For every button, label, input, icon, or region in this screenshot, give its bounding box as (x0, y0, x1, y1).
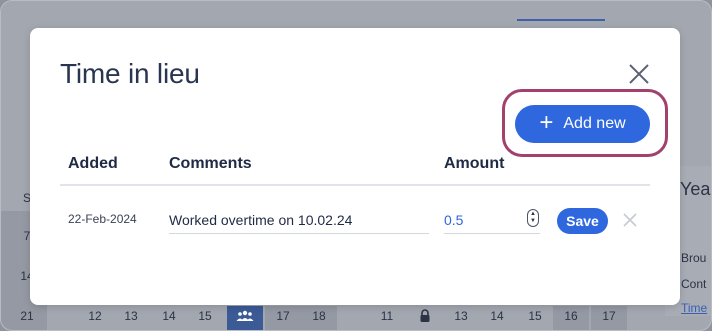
time-in-lieu-dialog: Time in lieu + Add new Added Comments Am… (30, 28, 680, 305)
add-new-label: Add new (563, 115, 626, 132)
stepper-down-icon[interactable]: ▼ (530, 218, 536, 225)
amount-input[interactable] (444, 206, 540, 234)
calendar-day[interactable]: 17 (591, 306, 627, 330)
calendar-day[interactable]: 15 (517, 306, 553, 330)
calendar-day[interactable]: 11 (369, 306, 405, 330)
add-new-button[interactable]: + Add new (515, 105, 650, 143)
table-header-divider (60, 184, 650, 186)
calendar-day[interactable]: 15 (187, 306, 223, 330)
calendar-day[interactable]: 13 (443, 306, 479, 330)
calendar-day-locked[interactable] (407, 306, 443, 330)
active-tab-indicator (517, 19, 605, 21)
amount-stepper[interactable]: ▲ ▼ (527, 209, 539, 227)
column-header-added: Added (68, 155, 118, 172)
calendar-day[interactable]: 12 (77, 306, 113, 330)
close-icon (623, 213, 637, 227)
save-button[interactable]: Save (557, 208, 608, 234)
summary-text: Brou (681, 251, 707, 265)
summary-text: Cont (681, 277, 707, 291)
app-window: S 7 14 21 12 13 14 15 17 18 11 13 14 15 … (0, 0, 712, 331)
summary-year-heading: Yea (680, 179, 711, 199)
team-icon (236, 310, 254, 321)
calendar-day[interactable]: 13 (113, 306, 149, 330)
stepper-up-icon[interactable]: ▲ (530, 211, 536, 218)
summary-link[interactable]: Time (681, 301, 707, 315)
close-dialog-button[interactable] (627, 62, 651, 86)
comment-input[interactable] (169, 206, 429, 234)
calendar-week-row: 12 13 14 15 17 18 11 13 14 15 16 17 (47, 306, 647, 330)
calendar-day[interactable]: 14 (479, 306, 515, 330)
calendar-day[interactable]: 17 (265, 306, 301, 330)
dialog-title: Time in lieu (60, 58, 200, 89)
column-header-comments: Comments (169, 155, 252, 172)
calendar-day-team-event[interactable] (227, 306, 263, 330)
column-header-amount: Amount (444, 155, 505, 172)
close-icon (629, 64, 649, 84)
row-date: 22-Feb-2024 (68, 212, 137, 226)
calendar-day[interactable]: 14 (151, 306, 187, 330)
calendar-day[interactable]: 16 (553, 306, 589, 330)
calendar-week-number: 21 (20, 309, 34, 323)
cancel-row-button[interactable] (622, 212, 638, 228)
plus-icon: + (539, 109, 554, 136)
calendar-day[interactable]: 18 (301, 306, 337, 330)
lock-icon (420, 309, 430, 322)
